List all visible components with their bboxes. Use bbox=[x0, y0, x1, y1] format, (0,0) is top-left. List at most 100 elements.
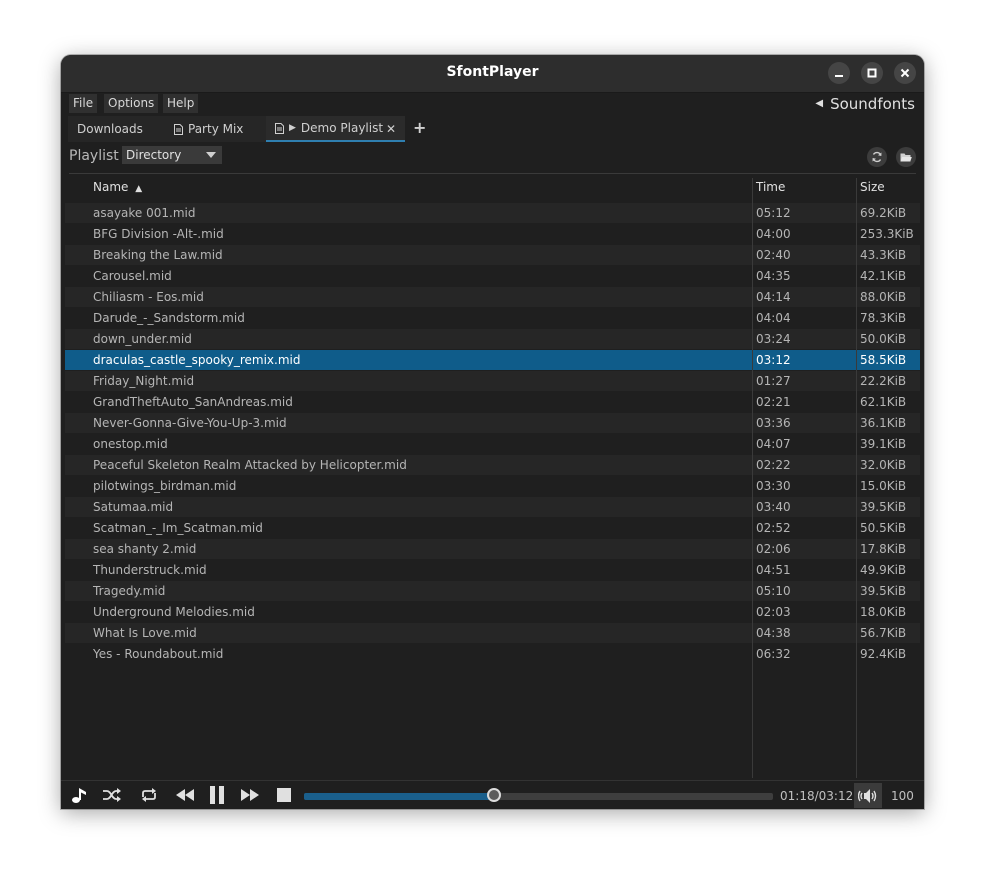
cell-time: 02:06 bbox=[756, 542, 791, 556]
cell-size: 62.1KiB bbox=[860, 395, 907, 409]
speaker-volume-icon bbox=[858, 788, 877, 803]
cell-time: 04:38 bbox=[756, 626, 791, 640]
now-playing-icon: ▶ bbox=[289, 123, 296, 133]
add-tab-icon[interactable]: + bbox=[413, 118, 426, 137]
close-window-button[interactable] bbox=[894, 62, 916, 84]
column-header-time[interactable]: Time bbox=[756, 180, 785, 194]
cell-time: 02:52 bbox=[756, 521, 791, 535]
table-row[interactable]: Scatman_-_Im_Scatman.mid 02:52 50.5KiB bbox=[65, 518, 920, 538]
shuffle-button[interactable] bbox=[101, 785, 123, 805]
table-row[interactable]: onestop.mid 04:07 39.1KiB bbox=[65, 434, 920, 454]
cell-size: 50.5KiB bbox=[860, 521, 907, 535]
table-row[interactable]: BFG Division -Alt-.mid 04:00 253.3KiB bbox=[65, 224, 920, 244]
minimize-button[interactable] bbox=[828, 62, 850, 84]
cell-size: 39.5KiB bbox=[860, 500, 907, 514]
column-header-size[interactable]: Size bbox=[860, 180, 885, 194]
tab-party-mix[interactable]: Party Mix bbox=[165, 116, 266, 142]
seek-bar[interactable] bbox=[304, 788, 773, 802]
soundfonts-toggle[interactable]: ◀ Soundfonts bbox=[815, 94, 915, 114]
cell-size: 56.7KiB bbox=[860, 626, 907, 640]
music-note-icon bbox=[72, 788, 86, 803]
cell-size: 49.9KiB bbox=[860, 563, 907, 577]
cell-time: 02:22 bbox=[756, 458, 791, 472]
maximize-icon bbox=[867, 68, 877, 78]
cell-size: 58.5KiB bbox=[860, 353, 907, 367]
table-row[interactable]: Underground Melodies.mid 02:03 18.0KiB bbox=[65, 602, 920, 622]
table-row[interactable]: pilotwings_birdman.mid 03:30 15.0KiB bbox=[65, 476, 920, 496]
cell-name: What Is Love.mid bbox=[93, 626, 197, 640]
app-window: SfontPlayer File Options Help ◀ Soundfon… bbox=[61, 55, 924, 809]
cell-name: down_under.mid bbox=[93, 332, 192, 346]
seek-handle[interactable] bbox=[487, 788, 502, 802]
menu-help[interactable]: Help bbox=[163, 94, 199, 113]
cell-name: Breaking the Law.mid bbox=[93, 248, 223, 262]
table-row[interactable]: Darude_-_Sandstorm.mid 04:04 78.3KiB bbox=[65, 308, 920, 328]
table-row[interactable]: What Is Love.mid 04:38 56.7KiB bbox=[65, 623, 920, 643]
table-row[interactable]: Peaceful Skeleton Realm Attacked by Heli… bbox=[65, 455, 920, 475]
table-row[interactable]: down_under.mid 03:24 50.0KiB bbox=[65, 329, 920, 349]
folder-open-icon bbox=[900, 153, 912, 161]
close-tab-icon[interactable]: ✕ bbox=[386, 116, 396, 142]
minimize-icon bbox=[835, 75, 843, 77]
cell-size: 15.0KiB bbox=[860, 479, 907, 493]
cell-name: Carousel.mid bbox=[93, 269, 172, 283]
volume-button[interactable] bbox=[854, 783, 882, 808]
cell-name: Scatman_-_Im_Scatman.mid bbox=[93, 521, 263, 535]
cell-size: 22.2KiB bbox=[860, 374, 907, 388]
time-display: 01:18/03:12 bbox=[780, 789, 854, 803]
table-row[interactable]: asayake 001.mid 05:12 69.2KiB bbox=[65, 203, 920, 223]
menu-file[interactable]: File bbox=[69, 94, 98, 113]
playlist-source-select[interactable]: Directory bbox=[122, 146, 222, 164]
table-row[interactable]: Carousel.mid 04:35 42.1KiB bbox=[65, 266, 920, 286]
cell-time: 05:12 bbox=[756, 206, 791, 220]
cell-time: 03:30 bbox=[756, 479, 791, 493]
fast-forward-button[interactable] bbox=[238, 785, 262, 805]
table-row[interactable]: Chiliasm - Eos.mid 04:14 88.0KiB bbox=[65, 287, 920, 307]
close-icon bbox=[900, 68, 910, 78]
refresh-button[interactable] bbox=[867, 147, 887, 167]
pause-icon bbox=[210, 786, 224, 804]
table-row[interactable]: Satumaa.mid 03:40 39.5KiB bbox=[65, 497, 920, 517]
table-row[interactable]: GrandTheftAuto_SanAndreas.mid 02:21 62.1Ki… bbox=[65, 392, 920, 412]
stop-button[interactable] bbox=[274, 785, 294, 805]
open-folder-button[interactable] bbox=[896, 147, 916, 167]
cell-name: Thunderstruck.mid bbox=[93, 563, 207, 577]
playlist-label: Playlist bbox=[69, 148, 119, 164]
cell-time: 03:24 bbox=[756, 332, 791, 346]
table-row[interactable]: Tragedy.mid 05:10 39.5KiB bbox=[65, 581, 920, 601]
column-name-label: Name bbox=[93, 180, 129, 194]
soundfont-music-button[interactable] bbox=[69, 785, 89, 805]
refresh-icon bbox=[872, 151, 882, 163]
pause-button[interactable] bbox=[206, 785, 228, 805]
table-row[interactable]: Friday_Night.mid 01:27 22.2KiB bbox=[65, 371, 920, 391]
table-row[interactable]: Yes - Roundabout.mid 06:32 92.4KiB bbox=[65, 644, 920, 664]
repeat-button[interactable] bbox=[138, 785, 160, 805]
playlist-table[interactable]: Name ▲ Time Size asayake 001.mid 05:12 69.… bbox=[65, 178, 920, 778]
maximize-button[interactable] bbox=[861, 62, 883, 84]
table-row[interactable]: Breaking the Law.mid 02:40 43.3KiB bbox=[65, 245, 920, 265]
cell-name: Darude_-_Sandstorm.mid bbox=[93, 311, 245, 325]
tab-demo-playlist[interactable]: ▶ Demo Playlist ✕ bbox=[266, 116, 405, 142]
cell-size: 18.0KiB bbox=[860, 605, 907, 619]
title-bar[interactable]: SfontPlayer bbox=[61, 55, 924, 93]
cell-time: 04:35 bbox=[756, 269, 791, 283]
rewind-button[interactable] bbox=[173, 785, 197, 805]
cell-size: 32.0KiB bbox=[860, 458, 907, 472]
sort-ascending-icon: ▲ bbox=[135, 184, 143, 194]
cell-name: Underground Melodies.mid bbox=[93, 605, 255, 619]
cell-size: 69.2KiB bbox=[860, 206, 907, 220]
repeat-icon bbox=[142, 788, 156, 802]
tab-label: Downloads bbox=[77, 122, 143, 136]
document-icon bbox=[275, 122, 284, 134]
cell-name: Friday_Night.mid bbox=[93, 374, 195, 388]
tab-downloads[interactable]: Downloads bbox=[68, 116, 165, 142]
table-row[interactable]: Thunderstruck.mid 04:51 49.9KiB bbox=[65, 560, 920, 580]
column-header-name[interactable]: Name ▲ bbox=[93, 180, 142, 194]
table-row[interactable]: draculas_castle_spooky_remix.mid 03:12 58.… bbox=[65, 350, 920, 370]
cell-time: 04:14 bbox=[756, 290, 791, 304]
table-row[interactable]: sea shanty 2.mid 02:06 17.8KiB bbox=[65, 539, 920, 559]
menu-options[interactable]: Options bbox=[104, 94, 159, 113]
cell-name: Chiliasm - Eos.mid bbox=[93, 290, 204, 304]
cell-name: sea shanty 2.mid bbox=[93, 542, 197, 556]
table-row[interactable]: Never-Gonna-Give-You-Up-3.mid 03:36 36.1Ki… bbox=[65, 413, 920, 433]
